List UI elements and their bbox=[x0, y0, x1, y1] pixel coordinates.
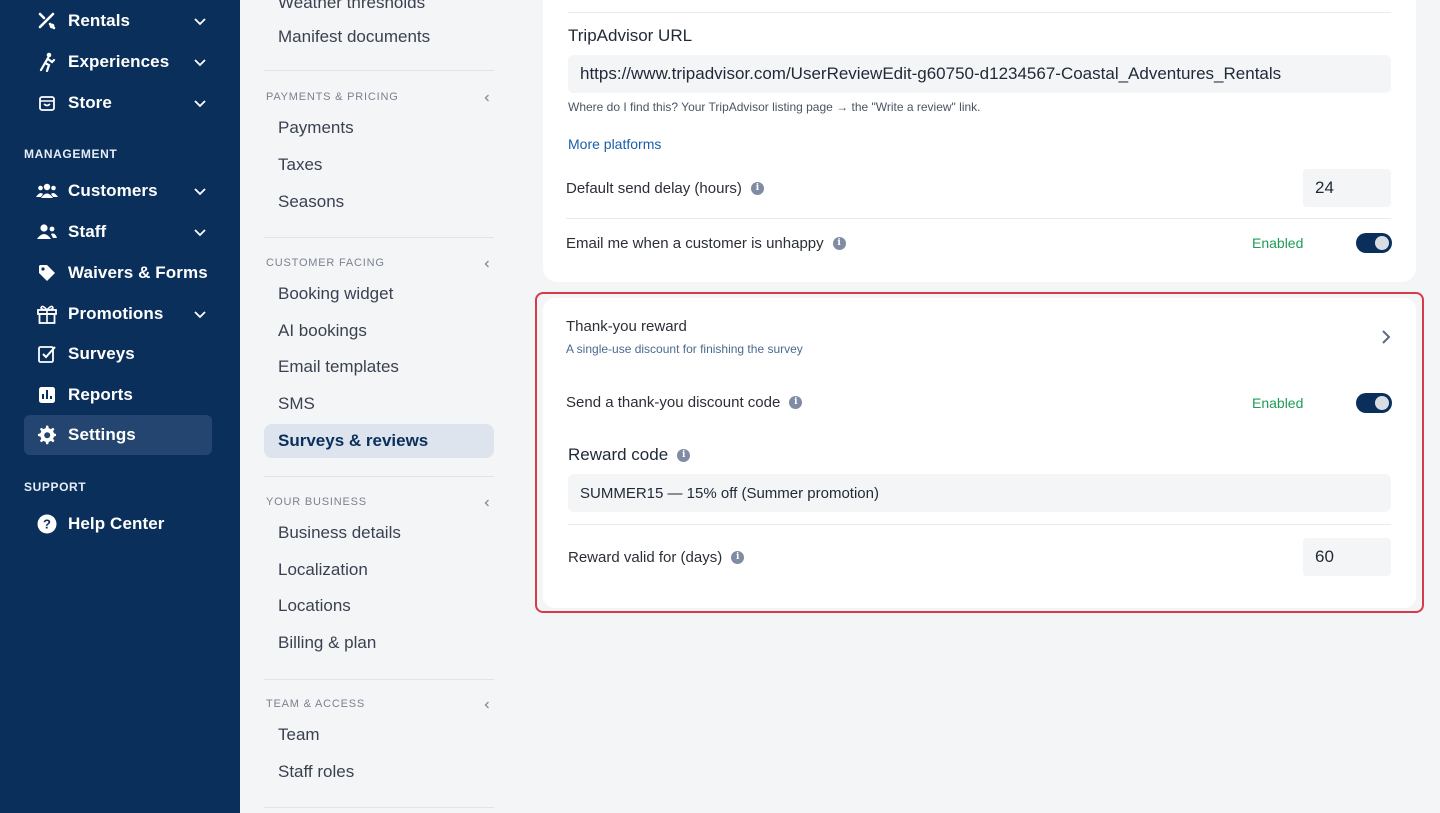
chevron-down-icon bbox=[194, 188, 206, 196]
nav-label: Help Center bbox=[68, 514, 165, 533]
divider bbox=[264, 70, 494, 71]
unhappy-email-status: Enabled bbox=[1252, 235, 1304, 251]
unhappy-email-label-text: Email me when a customer is unhappy bbox=[566, 234, 824, 252]
chevron-down-icon bbox=[194, 100, 206, 108]
staff-icon bbox=[36, 221, 58, 243]
submenu-item-sms[interactable]: SMS bbox=[264, 387, 494, 421]
experiences-icon bbox=[36, 51, 58, 73]
submenu-item-ai-bookings[interactable]: AI bookings bbox=[264, 314, 494, 348]
rentals-icon bbox=[36, 10, 58, 32]
nav-label: Rentals bbox=[68, 11, 131, 30]
submenu-section-payments: PAYMENTS & PRICING bbox=[266, 91, 399, 103]
nav-item-reports[interactable]: Reports bbox=[24, 375, 212, 415]
nav-section-support: SUPPORT bbox=[24, 480, 87, 494]
toggle-knob bbox=[1375, 236, 1389, 250]
chevron-left-icon[interactable] bbox=[482, 93, 492, 103]
nav-item-experiences[interactable]: Experiences bbox=[24, 42, 212, 82]
nav-item-surveys[interactable]: Surveys bbox=[24, 334, 212, 374]
nav-label: Surveys bbox=[68, 344, 135, 363]
gear-icon bbox=[36, 424, 58, 446]
submenu-item-payments[interactable]: Payments bbox=[264, 111, 494, 145]
nav-item-staff[interactable]: Staff bbox=[24, 212, 212, 252]
submenu-item-localization[interactable]: Localization bbox=[264, 553, 494, 587]
nav-label: Settings bbox=[68, 425, 136, 444]
store-icon bbox=[36, 92, 58, 114]
send-delay-input[interactable]: 24 bbox=[1303, 169, 1391, 207]
chevron-left-icon[interactable] bbox=[482, 498, 492, 508]
divider bbox=[264, 807, 494, 808]
tripadvisor-url-label: TripAdvisor URL bbox=[568, 26, 693, 45]
nav-label: Staff bbox=[68, 222, 107, 241]
main-sidebar: Rentals Experiences Store MANAGEMENT Cus… bbox=[0, 0, 240, 813]
unhappy-email-label: Email me when a customer is unhappy i bbox=[566, 234, 846, 252]
submenu-item-staff-roles[interactable]: Staff roles bbox=[264, 755, 494, 789]
info-icon[interactable]: i bbox=[750, 181, 764, 195]
gift-icon bbox=[36, 303, 58, 325]
submenu-item-weather-thresholds[interactable]: Weather thresholds bbox=[264, 0, 494, 20]
submenu-section-your-business: YOUR BUSINESS bbox=[266, 496, 367, 508]
submenu-item-email-templates[interactable]: Email templates bbox=[264, 350, 494, 384]
review-settings-card: TripAdvisor URL https://www.tripadvisor.… bbox=[543, 0, 1416, 282]
help-icon: ? bbox=[36, 513, 58, 535]
tripadvisor-url-help: Where do I find this? Your TripAdvisor l… bbox=[568, 100, 981, 114]
send-delay-label-text: Default send delay (hours) bbox=[566, 179, 742, 197]
submenu-item-business-details[interactable]: Business details bbox=[264, 516, 494, 550]
highlight-outline bbox=[535, 292, 1424, 613]
submenu-item-surveys-reviews[interactable]: Surveys & reviews bbox=[264, 424, 494, 458]
nav-label: Customers bbox=[68, 181, 158, 200]
nav-section-management: MANAGEMENT bbox=[24, 147, 118, 161]
submenu-item-seasons[interactable]: Seasons bbox=[264, 185, 494, 219]
chevron-left-icon[interactable] bbox=[482, 700, 492, 710]
divider bbox=[264, 476, 494, 477]
nav-label: Reports bbox=[68, 385, 133, 404]
chevron-down-icon bbox=[194, 311, 206, 319]
submenu-item-locations[interactable]: Locations bbox=[264, 589, 494, 623]
divider bbox=[568, 12, 1391, 13]
unhappy-email-toggle[interactable] bbox=[1356, 233, 1392, 253]
divider bbox=[264, 679, 494, 680]
nav-item-promotions[interactable]: Promotions bbox=[24, 294, 212, 334]
submenu-item-booking-widget[interactable]: Booking widget bbox=[264, 277, 494, 311]
customers-icon bbox=[36, 180, 58, 202]
submenu-item-manifest-documents[interactable]: Manifest documents bbox=[264, 20, 494, 54]
svg-text:?: ? bbox=[43, 517, 51, 532]
submenu-item-taxes[interactable]: Taxes bbox=[264, 148, 494, 182]
nav-item-waivers[interactable]: Waivers & Forms bbox=[24, 253, 212, 293]
tripadvisor-url-input[interactable]: https://www.tripadvisor.com/UserReviewEd… bbox=[568, 55, 1391, 93]
chevron-left-icon[interactable] bbox=[482, 259, 492, 269]
nav-label: Experiences bbox=[68, 52, 170, 71]
reports-icon bbox=[36, 384, 58, 406]
nav-label: Store bbox=[68, 93, 112, 112]
chevron-down-icon bbox=[194, 18, 206, 26]
divider bbox=[566, 218, 1391, 219]
checkbox-icon bbox=[36, 343, 58, 365]
nav-item-settings[interactable]: Settings bbox=[24, 415, 212, 455]
nav-label: Promotions bbox=[68, 304, 164, 323]
submenu-item-billing-plan[interactable]: Billing & plan bbox=[264, 626, 494, 660]
submenu-section-team-access: TEAM & ACCESS bbox=[266, 698, 366, 710]
nav-item-store[interactable]: Store bbox=[24, 83, 212, 123]
more-platforms-link[interactable]: More platforms bbox=[568, 136, 661, 152]
nav-item-customers[interactable]: Customers bbox=[24, 171, 212, 211]
nav-item-rentals[interactable]: Rentals bbox=[24, 1, 212, 41]
nav-label: Waivers & Forms bbox=[68, 263, 208, 282]
settings-submenu: Weather thresholds Manifest documents PA… bbox=[240, 0, 518, 813]
divider bbox=[264, 237, 494, 238]
submenu-item-team[interactable]: Team bbox=[264, 718, 494, 752]
send-delay-label: Default send delay (hours) i bbox=[566, 179, 764, 197]
tag-icon bbox=[36, 262, 58, 284]
chevron-down-icon bbox=[194, 229, 206, 237]
info-icon[interactable]: i bbox=[832, 236, 846, 250]
chevron-down-icon bbox=[194, 59, 206, 67]
submenu-section-customer-facing: CUSTOMER FACING bbox=[266, 257, 385, 269]
nav-item-help-center[interactable]: ? Help Center bbox=[24, 504, 212, 544]
